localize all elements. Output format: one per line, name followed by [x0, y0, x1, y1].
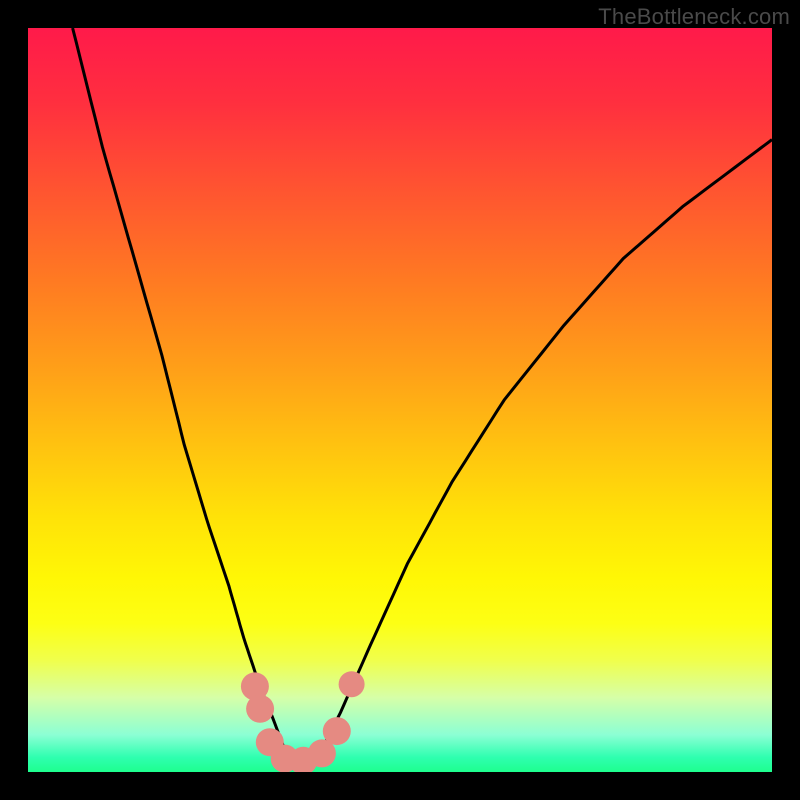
data-marker: [323, 717, 351, 745]
chart-svg: [28, 28, 772, 772]
data-marker: [246, 695, 274, 723]
curve-left-descent: [73, 28, 285, 750]
curve-right-ascent: [322, 140, 772, 750]
data-marker: [339, 671, 365, 697]
chart-plot-area: [28, 28, 772, 772]
watermark-text: TheBottleneck.com: [598, 4, 790, 30]
curve-layer: [73, 28, 772, 750]
marker-layer: [241, 671, 365, 772]
